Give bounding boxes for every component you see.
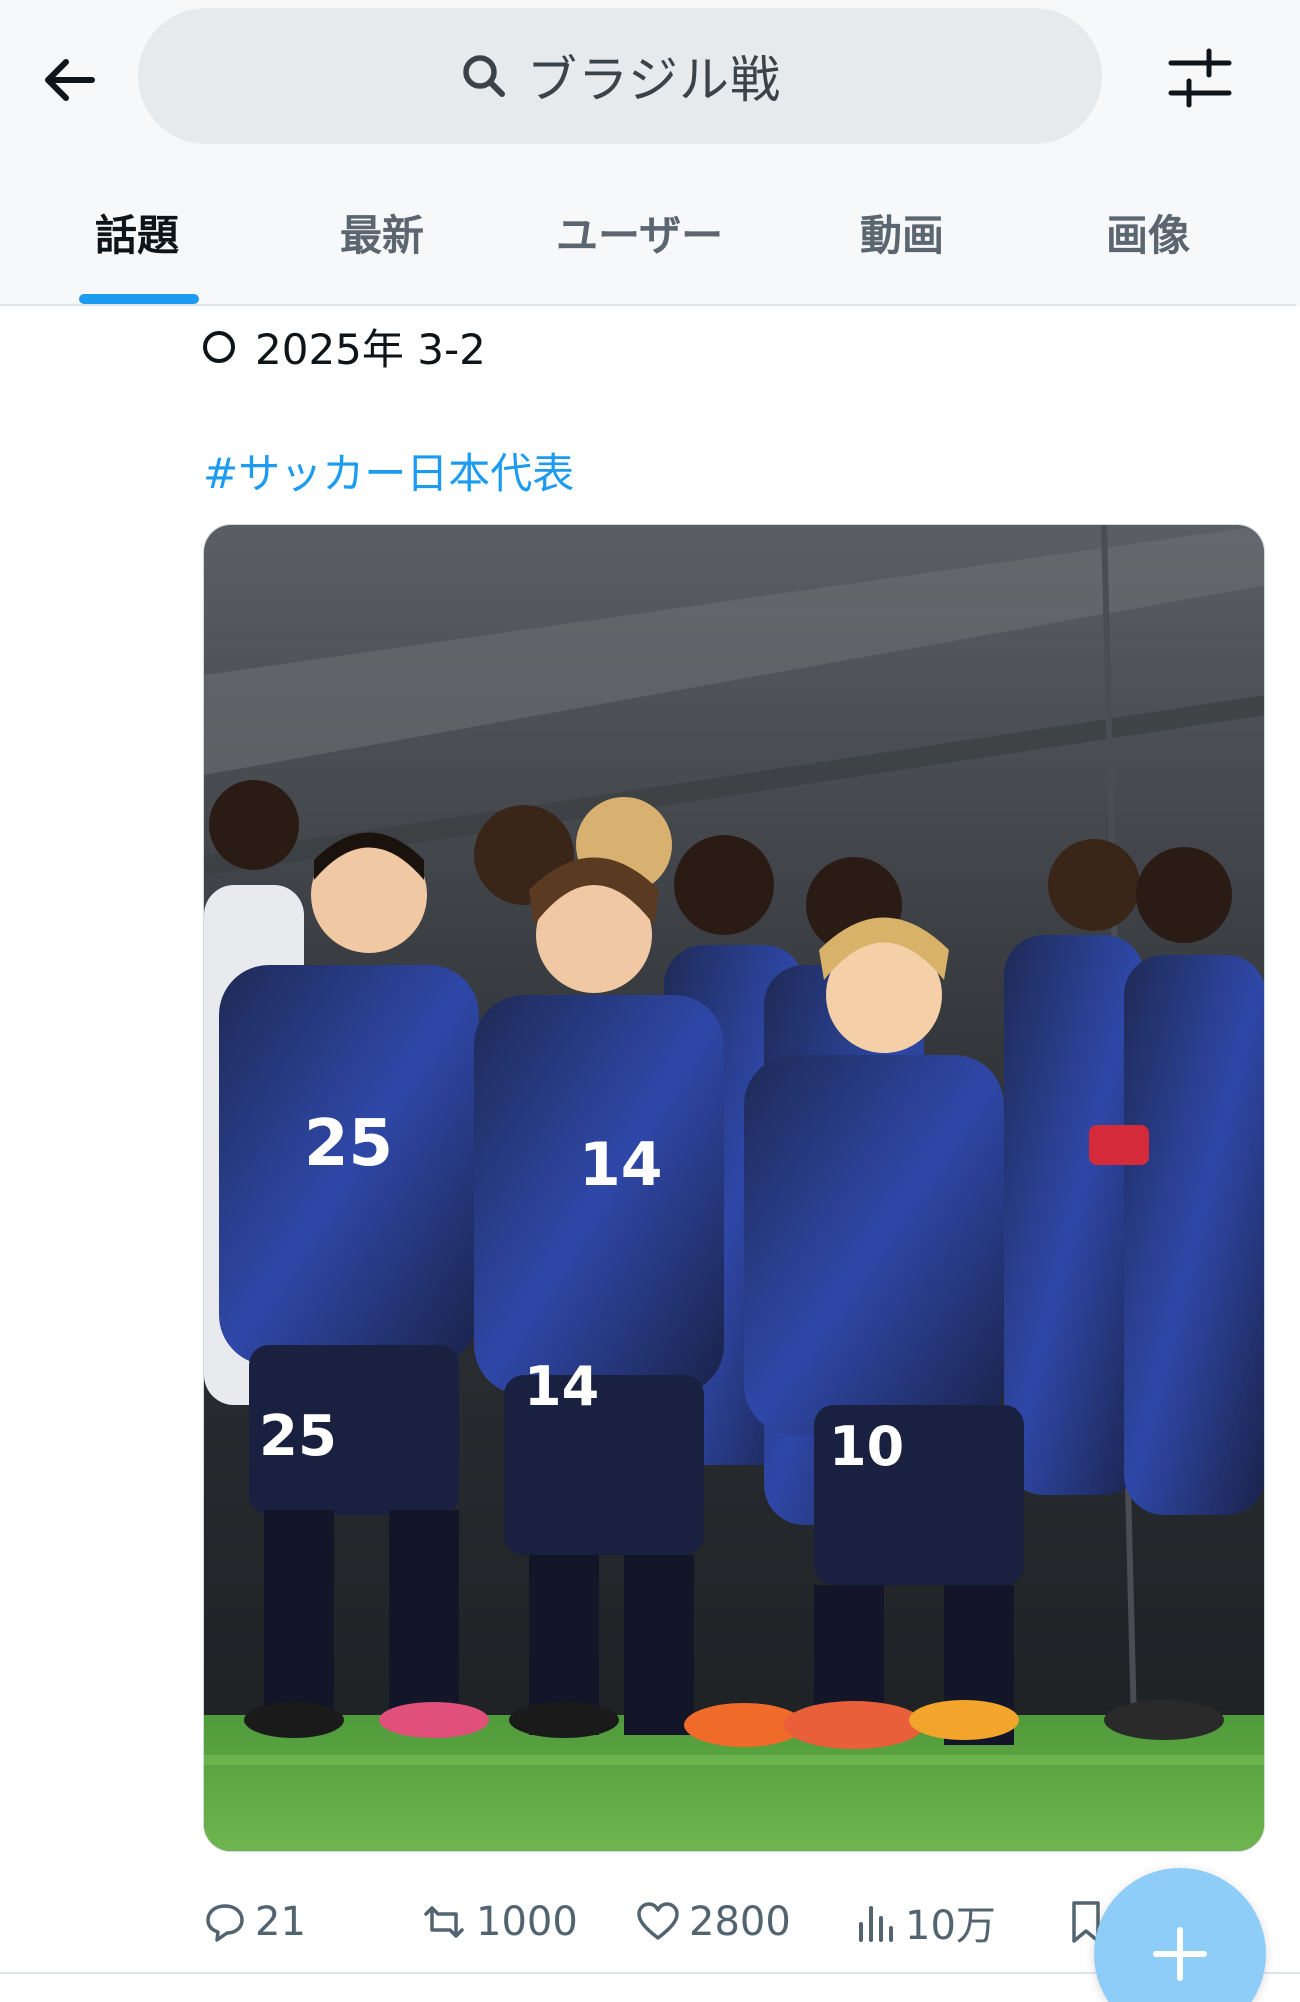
like-button[interactable]: 2800 bbox=[635, 1890, 791, 1954]
reply-icon bbox=[206, 1904, 244, 1942]
reply-button[interactable]: 21 bbox=[203, 1890, 306, 1954]
search-icon bbox=[459, 51, 509, 101]
svg-text:25: 25 bbox=[259, 1404, 337, 1469]
hashtag-link[interactable]: #サッカー日本代表 bbox=[203, 440, 574, 501]
search-input[interactable]: ブラジル戦 bbox=[138, 8, 1102, 144]
search-query-text: ブラジル戦 bbox=[527, 51, 781, 109]
retweet-button[interactable]: 1000 bbox=[420, 1890, 578, 1954]
reply-count: 21 bbox=[255, 1899, 306, 1945]
svg-text:14: 14 bbox=[524, 1355, 599, 1418]
views-icon bbox=[859, 1906, 893, 1942]
tab-users[interactable]: ユーザー bbox=[556, 202, 723, 263]
circle-symbol bbox=[203, 330, 235, 363]
back-arrow-icon bbox=[45, 59, 95, 101]
retweet-icon bbox=[424, 1906, 464, 1938]
search-filter-button[interactable] bbox=[1160, 38, 1240, 118]
views-button[interactable]: 10万 bbox=[855, 1890, 996, 1954]
like-icon bbox=[637, 1902, 679, 1940]
tweet-photo[interactable]: 25 25 14 14 10 bbox=[203, 524, 1265, 1852]
search-header: ブラジル戦 話題 最新 ユーザー 動画 画像 bbox=[0, 0, 1300, 306]
like-count: 2800 bbox=[689, 1899, 791, 1945]
tab-latest[interactable]: 最新 bbox=[340, 202, 424, 263]
svg-text:10: 10 bbox=[829, 1415, 904, 1478]
tweet-text-result: 2025年 3-2 bbox=[203, 316, 486, 377]
team-celebration-image: 25 25 14 14 10 bbox=[204, 525, 1264, 1851]
views-count: 10万 bbox=[905, 1903, 996, 1949]
svg-text:25: 25 bbox=[304, 1107, 393, 1181]
tab-trending[interactable]: 話題 bbox=[95, 202, 179, 263]
tab-videos[interactable]: 動画 bbox=[860, 202, 944, 263]
search-tabs: 話題 最新 ユーザー 動画 画像 bbox=[0, 180, 1300, 306]
header-divider bbox=[0, 304, 1296, 306]
tab-images[interactable]: 画像 bbox=[1106, 202, 1190, 263]
compose-plus-icon bbox=[1153, 1927, 1207, 1981]
svg-text:14: 14 bbox=[579, 1130, 663, 1200]
filter-icon bbox=[1168, 48, 1232, 108]
active-tab-indicator bbox=[79, 294, 199, 304]
retweet-count: 1000 bbox=[476, 1899, 578, 1945]
result-text: 2025年 3-2 bbox=[255, 325, 486, 374]
back-button[interactable] bbox=[30, 40, 110, 120]
